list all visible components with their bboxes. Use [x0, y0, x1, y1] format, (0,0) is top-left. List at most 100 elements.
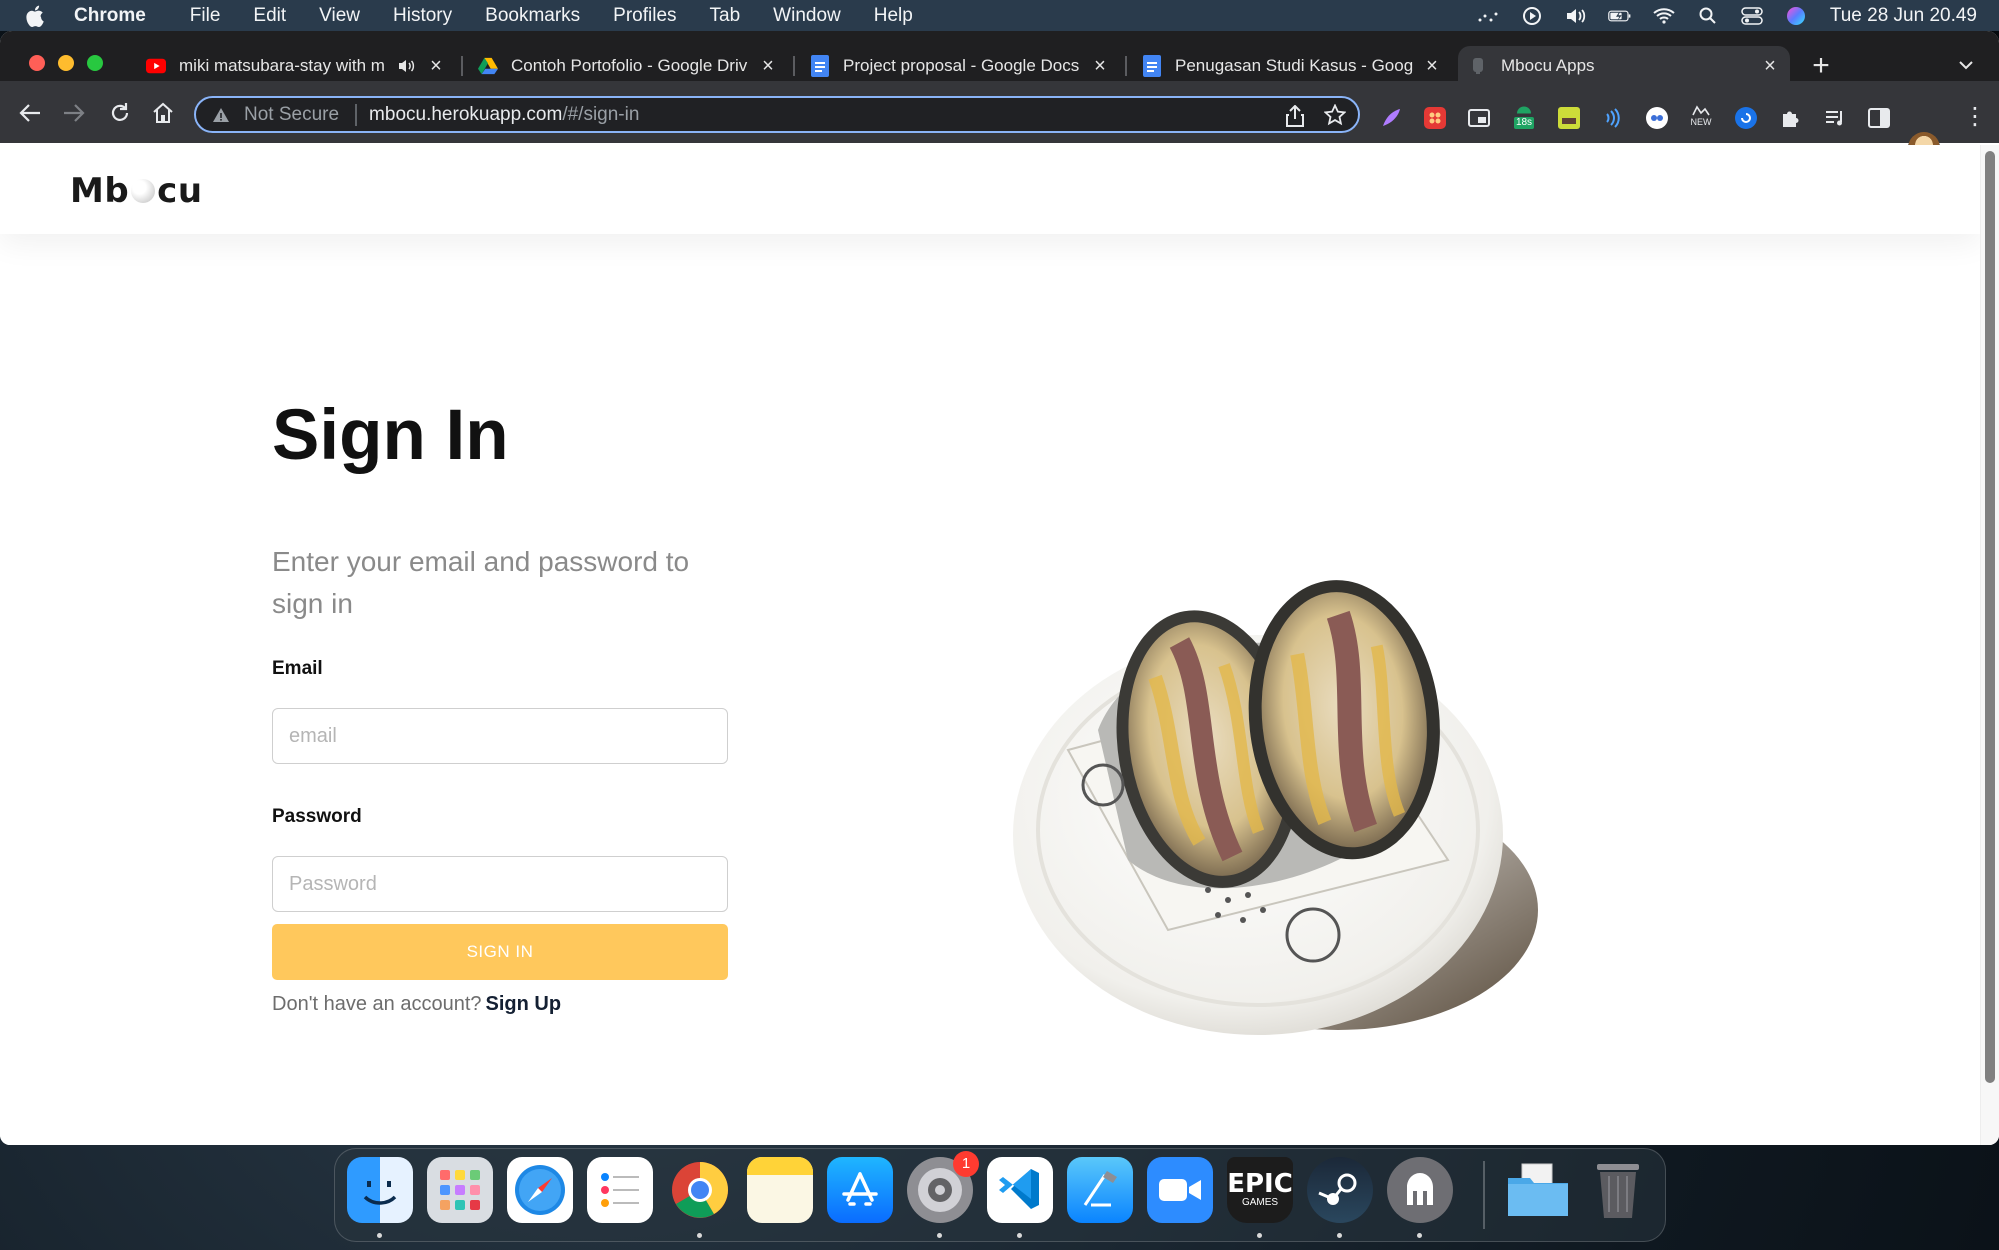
youtube-icon: [146, 56, 166, 76]
feather-extension-icon[interactable]: [1378, 105, 1404, 131]
side-panel-icon[interactable]: [1866, 105, 1892, 131]
tab-mbocu-apps[interactable]: Mbocu Apps ×: [1458, 46, 1790, 86]
volume-icon[interactable]: [1564, 6, 1588, 26]
sync-dots-icon[interactable]: [1476, 6, 1500, 26]
fullscreen-window-button[interactable]: [87, 55, 103, 71]
safari-icon[interactable]: [507, 1157, 573, 1223]
yellow-extension-icon[interactable]: [1556, 105, 1582, 131]
wifi-icon[interactable]: [1652, 6, 1676, 26]
close-window-button[interactable]: [29, 55, 45, 71]
new-extension-icon[interactable]: NEW: [1688, 103, 1714, 129]
chrome-menu-icon[interactable]: ⋮: [1963, 105, 1987, 129]
reload-icon[interactable]: [108, 101, 132, 125]
finder-icon[interactable]: [347, 1157, 413, 1223]
siri-icon[interactable]: [1784, 6, 1808, 26]
round-extension-icon[interactable]: [1644, 105, 1670, 131]
control-center-icon[interactable]: [1740, 6, 1764, 26]
menubar-clock[interactable]: Tue 28 Jun 20.49: [1830, 5, 1977, 27]
menu-edit[interactable]: Edit: [253, 5, 286, 27]
minimize-window-button[interactable]: [58, 55, 74, 71]
url-host[interactable]: mbocu.herokuapp.com: [369, 104, 562, 126]
site-icon: [1468, 56, 1488, 76]
picture-in-picture-icon[interactable]: [1466, 105, 1492, 131]
notes-icon[interactable]: [747, 1157, 813, 1223]
system-preferences-icon[interactable]: 1: [907, 1151, 979, 1223]
window-controls: [29, 55, 116, 71]
tab-penugasan[interactable]: Penugasan Studi Kasus - Goog ×: [1132, 46, 1452, 86]
extensions-puzzle-icon[interactable]: [1778, 105, 1804, 131]
menu-help[interactable]: Help: [874, 5, 913, 27]
tab-project-proposal[interactable]: Project proposal - Google Docs ×: [800, 46, 1120, 86]
forward-icon[interactable]: [62, 101, 86, 125]
menu-profiles[interactable]: Profiles: [613, 5, 676, 27]
security-label[interactable]: Not Secure: [244, 104, 339, 126]
menu-app-name[interactable]: Chrome: [74, 5, 146, 27]
menu-bookmarks[interactable]: Bookmarks: [485, 5, 580, 27]
play-circle-icon[interactable]: [1520, 6, 1544, 26]
close-tab-button[interactable]: ×: [1760, 56, 1780, 76]
tab-audio-icon[interactable]: [398, 58, 418, 74]
tab-google-drive[interactable]: Contoh Portofolio - Google Driv ×: [468, 46, 788, 86]
close-tab-button[interactable]: ×: [426, 56, 446, 76]
media-control-icon[interactable]: [1822, 105, 1848, 131]
downloads-folder-icon[interactable]: [1505, 1157, 1571, 1223]
apple-menu-icon[interactable]: [26, 5, 56, 27]
vscode-icon[interactable]: [987, 1157, 1053, 1223]
timer-badge: 18s: [1513, 117, 1535, 129]
reminders-icon[interactable]: [587, 1157, 653, 1223]
close-tab-button[interactable]: ×: [1422, 56, 1442, 76]
site-logo[interactable]: Mb cu: [70, 171, 203, 211]
omnibox-divider: [355, 103, 358, 126]
battery-icon[interactable]: [1608, 6, 1632, 26]
page-title: Sign In: [272, 396, 509, 475]
email-label: Email: [272, 658, 323, 679]
close-tab-button[interactable]: ×: [758, 56, 778, 76]
macos-dock: 1 EPIC GAMES: [334, 1148, 1666, 1242]
address-bar[interactable]: Not Secure mbocu.herokuapp.com/#/sign-in: [194, 96, 1360, 133]
red-extension-icon[interactable]: [1422, 105, 1448, 131]
epic-sublabel: GAMES: [1241, 1197, 1279, 1208]
steam-icon[interactable]: [1307, 1157, 1373, 1223]
menu-window[interactable]: Window: [773, 5, 841, 27]
google-drive-icon: [478, 56, 498, 76]
logo-text-right: cu: [157, 171, 203, 211]
xcode-icon[interactable]: [1067, 1157, 1133, 1223]
password-field[interactable]: [272, 856, 728, 912]
menu-history[interactable]: History: [393, 5, 452, 27]
menu-file[interactable]: File: [190, 5, 221, 27]
epic-label: EPIC: [1227, 1169, 1293, 1199]
new-tab-button[interactable]: +: [1806, 51, 1836, 81]
chrome-icon[interactable]: [667, 1157, 733, 1223]
logo-text-left: Mb: [70, 171, 130, 211]
trash-icon[interactable]: [1585, 1157, 1651, 1223]
password-label: Password: [272, 806, 362, 827]
tab-search-icon[interactable]: [1958, 57, 1974, 75]
tab-title: Mbocu Apps: [1501, 56, 1595, 75]
tab-youtube[interactable]: miki matsubara-stay with m ×: [136, 46, 456, 86]
close-tab-button[interactable]: ×: [1090, 56, 1110, 76]
page-scrollbar-track[interactable]: [1980, 145, 1999, 1145]
google-docs-icon: [1142, 55, 1162, 77]
email-field[interactable]: [272, 708, 728, 764]
sound-wave-extension-icon[interactable]: [1600, 105, 1626, 131]
back-icon[interactable]: [18, 101, 42, 125]
zoom-icon[interactable]: [1147, 1157, 1213, 1223]
page-scrollbar-thumb[interactable]: [1985, 151, 1995, 1083]
menu-tab[interactable]: Tab: [710, 5, 741, 27]
share-icon[interactable]: [1286, 104, 1304, 133]
url-path[interactable]: /#/sign-in: [562, 104, 639, 126]
warning-icon[interactable]: [212, 107, 232, 123]
bookmark-star-icon[interactable]: [1323, 103, 1347, 132]
home-icon[interactable]: [151, 101, 175, 125]
sign-up-link[interactable]: Sign Up: [486, 993, 562, 1015]
menu-view[interactable]: View: [319, 5, 360, 27]
app-store-icon[interactable]: [827, 1157, 893, 1223]
launchpad-icon[interactable]: [427, 1157, 493, 1223]
tableplus-icon[interactable]: [1387, 1157, 1453, 1223]
blue-circle-extension-icon[interactable]: [1733, 105, 1759, 131]
epic-games-icon[interactable]: EPIC GAMES: [1227, 1157, 1293, 1223]
sign-in-button[interactable]: SIGN IN: [272, 924, 728, 980]
timer-extension-icon[interactable]: 18s: [1511, 103, 1537, 129]
signup-prompt: Don't have an account? Sign Up: [272, 993, 561, 1016]
spotlight-search-icon[interactable]: [1696, 6, 1720, 26]
